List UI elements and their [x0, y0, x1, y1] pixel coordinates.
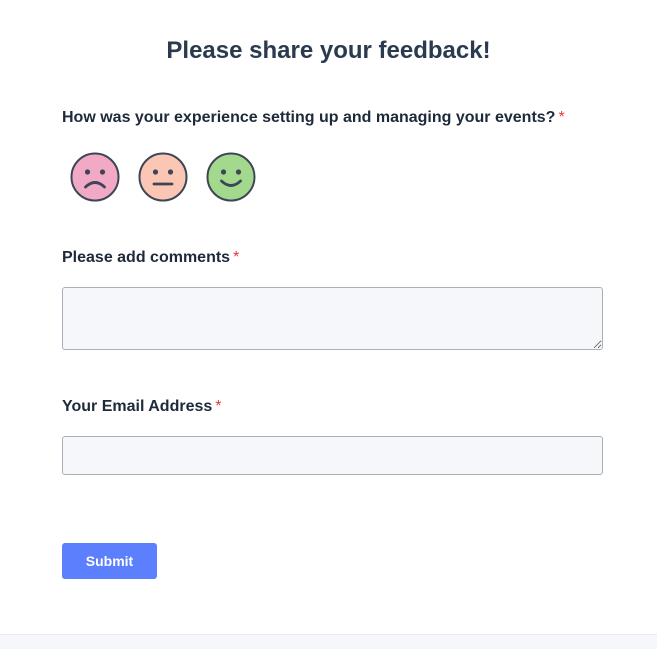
email-label: Your Email Address * — [62, 397, 222, 417]
experience-rating — [70, 152, 256, 202]
happy-face-icon[interactable] — [206, 152, 256, 202]
comments-label: Please add comments * — [62, 248, 239, 268]
comments-textarea[interactable] — [62, 287, 603, 350]
page-footer-strip — [0, 634, 657, 649]
comments-label-text: Please add comments — [62, 249, 231, 266]
sad-face-icon[interactable] — [70, 152, 120, 202]
required-asterisk: * — [215, 398, 222, 415]
required-asterisk: * — [233, 249, 240, 266]
email-field[interactable] — [62, 436, 603, 475]
neutral-face-icon[interactable] — [138, 152, 188, 202]
experience-question-label: How was your experience setting up and m… — [62, 108, 565, 128]
experience-question-text: How was your experience setting up and m… — [62, 109, 556, 126]
required-asterisk: * — [558, 109, 565, 126]
feedback-form: Please share your feedback! How was your… — [0, 0, 657, 634]
email-label-text: Your Email Address — [62, 398, 213, 415]
page-title: Please share your feedback! — [166, 37, 491, 64]
submit-button[interactable]: Submit — [62, 543, 157, 579]
